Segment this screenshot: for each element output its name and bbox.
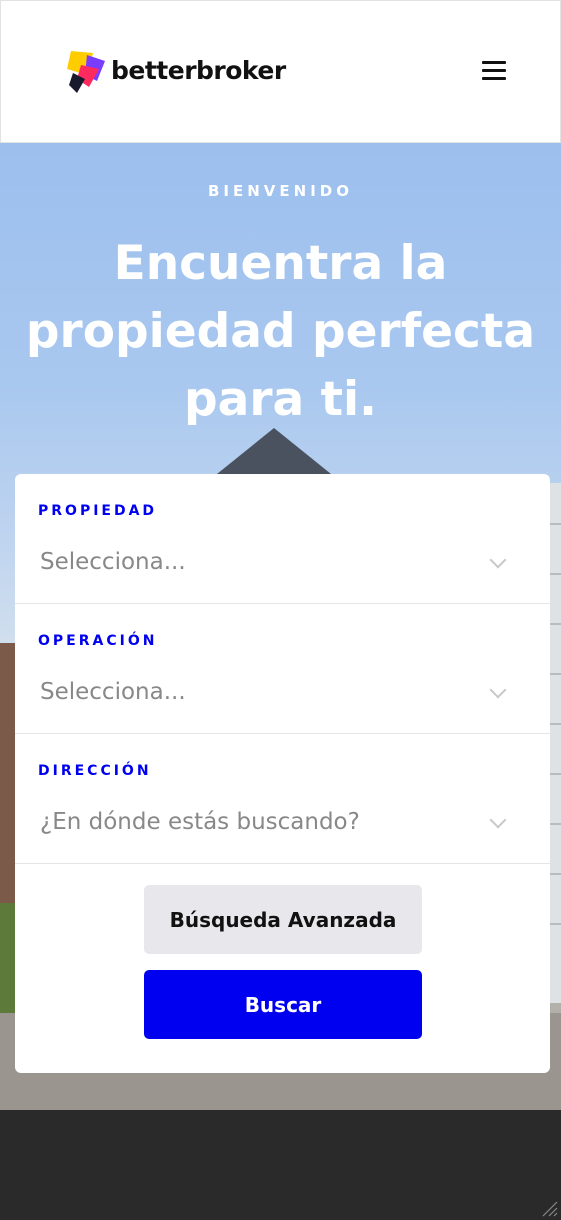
brand-name[interactable]: betterbroker: [111, 56, 286, 85]
property-type-value[interactable]: Selecciona...: [40, 549, 186, 575]
chevron-down-icon[interactable]: [489, 811, 507, 829]
search-form-card: PROPIEDAD Selecciona... OPERACIÓN Selecc…: [15, 474, 550, 1073]
operation-label: OPERACIÓN: [38, 633, 158, 649]
operation-select[interactable]: OPERACIÓN Selecciona...: [15, 604, 550, 734]
site-header: betterbroker: [0, 0, 561, 143]
address-select[interactable]: DIRECCIÓN ¿En dónde estás buscando?: [15, 734, 550, 864]
address-label: DIRECCIÓN: [38, 763, 152, 779]
hamburger-menu-icon[interactable]: [482, 61, 506, 83]
footer-section: [0, 1110, 561, 1220]
betterbroker-logo-icon[interactable]: [63, 49, 107, 95]
house-roof-image: [212, 428, 336, 478]
search-button[interactable]: Buscar: [144, 970, 422, 1039]
chevron-down-icon[interactable]: [489, 551, 507, 569]
hero-eyebrow: BIENVENIDO: [207, 182, 353, 200]
hero-headline: Encuentra la propiedad perfecta para ti.: [25, 236, 536, 427]
operation-value[interactable]: Selecciona...: [40, 679, 186, 705]
chevron-down-icon[interactable]: [489, 681, 507, 699]
property-type-label: PROPIEDAD: [38, 503, 158, 519]
address-value[interactable]: ¿En dónde estás buscando?: [40, 809, 360, 835]
advanced-search-button[interactable]: Búsqueda Avanzada: [144, 885, 422, 954]
resize-handle-icon[interactable]: [540, 1199, 558, 1217]
property-type-select[interactable]: PROPIEDAD Selecciona...: [15, 474, 550, 604]
